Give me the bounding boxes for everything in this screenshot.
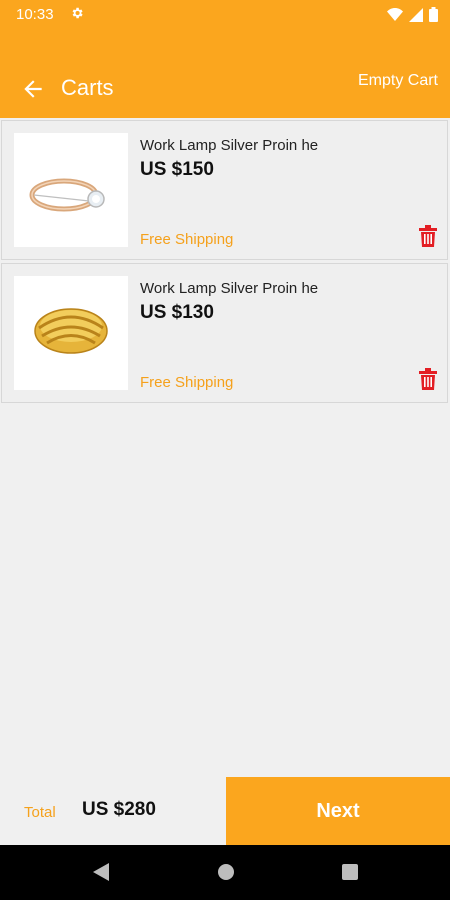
status-icons: [387, 7, 438, 22]
cart-item: Work Lamp Silver Proin he US $130 Free S…: [1, 263, 448, 403]
back-arrow-icon[interactable]: [20, 76, 46, 102]
checkout-bar: Total US $280 Next: [0, 777, 450, 845]
ring-image: [29, 178, 105, 212]
cellular-signal-icon: [409, 7, 423, 22]
product-image[interactable]: [14, 276, 128, 390]
delete-icon[interactable]: [419, 368, 437, 390]
total-value: US $280: [82, 799, 156, 820]
total-label: Total: [24, 804, 56, 821]
system-nav-bar: [0, 845, 450, 900]
product-name: Work Lamp Silver Proin he: [140, 280, 319, 297]
delete-icon[interactable]: [419, 225, 437, 247]
product-image[interactable]: [14, 133, 128, 247]
shipping-label: Free Shipping: [140, 374, 234, 391]
total-section: Total US $280: [0, 777, 226, 845]
nav-home-icon[interactable]: [217, 862, 235, 882]
product-price: US $130: [140, 302, 214, 323]
status-bar: 10:33: [0, 0, 450, 30]
ring-image: [34, 308, 108, 354]
wifi-icon: [387, 7, 403, 21]
status-time: 10:33: [16, 6, 54, 23]
empty-cart-button[interactable]: Empty Cart: [358, 72, 438, 90]
settings-gear-icon: [72, 7, 83, 19]
battery-icon: [429, 7, 438, 22]
nav-back-icon[interactable]: [92, 862, 110, 882]
product-price: US $150: [140, 159, 214, 180]
nav-recents-icon[interactable]: [341, 862, 359, 882]
cart-item: Work Lamp Silver Proin he US $150 Free S…: [1, 120, 448, 260]
page-title: Carts: [61, 75, 114, 100]
shipping-label: Free Shipping: [140, 231, 234, 248]
product-name: Work Lamp Silver Proin he: [140, 137, 319, 154]
app-bar: Carts Empty Cart: [0, 30, 450, 118]
next-button[interactable]: Next: [226, 777, 450, 845]
